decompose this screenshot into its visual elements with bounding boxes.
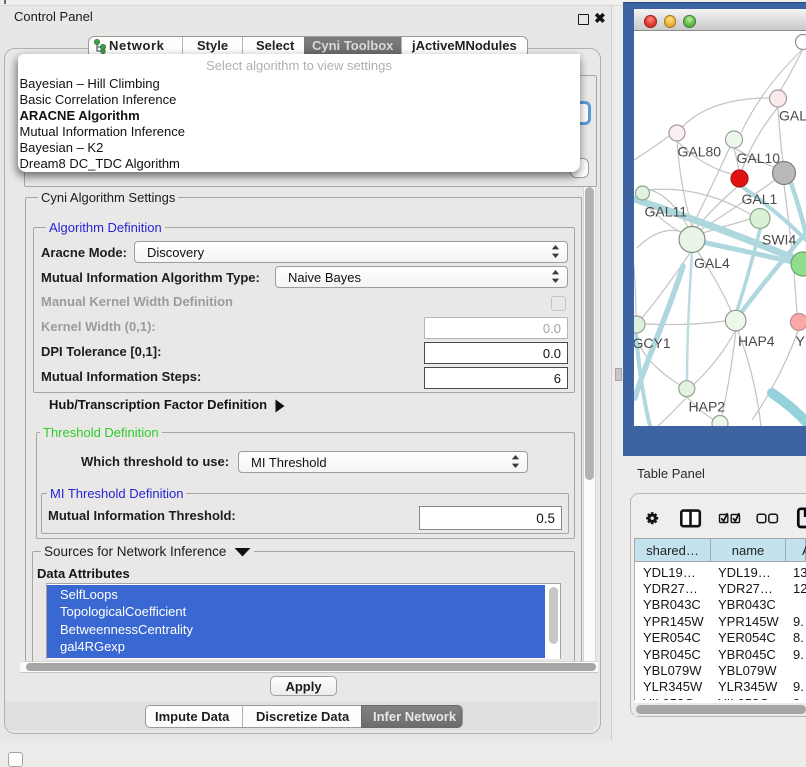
svg-text:GAL: GAL: [779, 108, 806, 124]
svg-text:GAL10: GAL10: [737, 150, 781, 166]
svg-text:Y: Y: [796, 333, 806, 349]
svg-text:GAL1: GAL1: [742, 191, 778, 207]
svg-text:GCY1: GCY1: [634, 335, 671, 351]
svg-text:GAL11: GAL11: [645, 204, 688, 220]
svg-text:GAL80: GAL80: [678, 144, 722, 160]
svg-text:HAP2: HAP2: [689, 399, 726, 415]
svg-text:HAP4: HAP4: [738, 333, 775, 349]
svg-text:GAL4: GAL4: [694, 255, 730, 271]
svg-text:SWI4: SWI4: [762, 232, 796, 248]
